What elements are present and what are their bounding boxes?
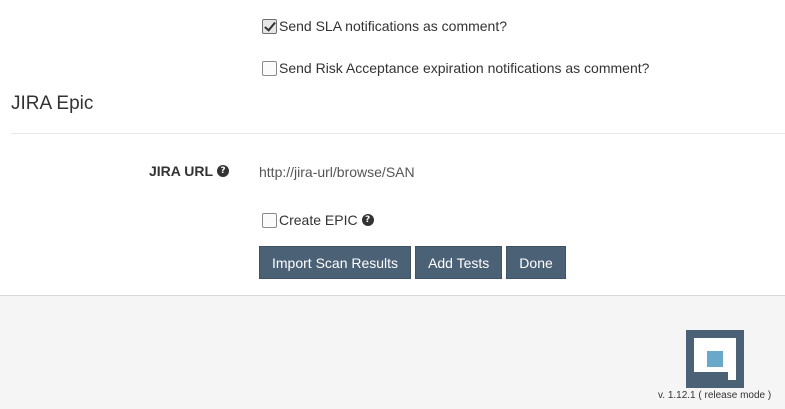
jira-url-value: http://jira-url/browse/SAN bbox=[259, 164, 415, 180]
create-epic-checkbox[interactable] bbox=[262, 212, 277, 228]
risk-acceptance-checkbox[interactable] bbox=[262, 60, 277, 76]
action-buttons: Import Scan Results Add Tests Done bbox=[259, 246, 570, 279]
create-epic-label: Create EPIC bbox=[279, 212, 358, 228]
add-tests-button[interactable]: Add Tests bbox=[415, 246, 503, 279]
import-scan-results-button[interactable]: Import Scan Results bbox=[259, 246, 412, 279]
jira-epic-heading: JIRA Epic bbox=[11, 93, 94, 114]
create-epic-option[interactable]: Create EPIC ? bbox=[262, 212, 374, 228]
sla-notifications-option[interactable]: Send SLA notifications as comment? bbox=[262, 18, 507, 34]
logo-gap-left bbox=[686, 338, 694, 372]
logo-gap-bottom bbox=[686, 372, 728, 380]
question-circle-icon[interactable]: ? bbox=[361, 214, 374, 226]
main-panel: Send SLA notifications as comment? Send … bbox=[0, 0, 785, 295]
section-divider bbox=[11, 133, 785, 134]
done-button[interactable]: Done bbox=[506, 246, 566, 279]
question-circle-icon[interactable]: ? bbox=[217, 165, 230, 177]
risk-acceptance-option[interactable]: Send Risk Acceptance expiration notifica… bbox=[262, 60, 649, 76]
sla-notifications-checkbox[interactable] bbox=[262, 18, 277, 34]
jira-url-label: JIRA URL bbox=[149, 163, 214, 179]
app-logo bbox=[686, 330, 744, 388]
sla-notifications-label: Send SLA notifications as comment? bbox=[279, 18, 508, 34]
logo-square bbox=[707, 351, 723, 367]
version-text: v. 1.12.1 ( release mode ) bbox=[658, 390, 772, 401]
jira-url-label-group: JIRA URL ? bbox=[149, 163, 230, 179]
risk-acceptance-label: Send Risk Acceptance expiration notifica… bbox=[279, 60, 650, 76]
